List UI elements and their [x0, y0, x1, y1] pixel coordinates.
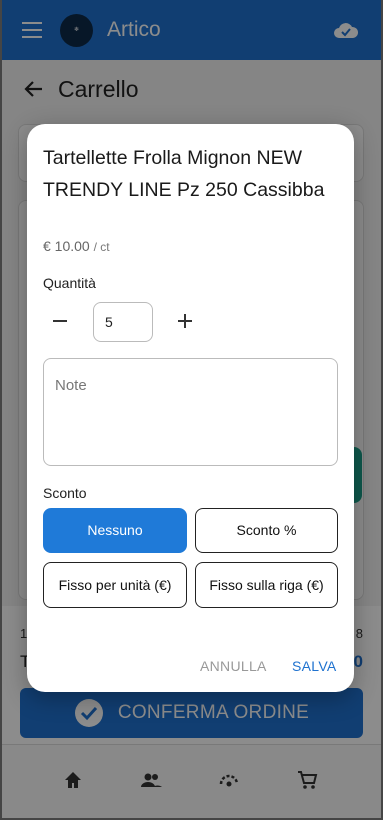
save-button[interactable]: SALVA	[292, 658, 337, 674]
quantity-input[interactable]	[93, 302, 153, 342]
decrease-quantity-button[interactable]	[49, 310, 71, 332]
product-title: Tartellette Frolla Mignon NEW TRENDY LIN…	[43, 147, 325, 201]
note-field[interactable]	[43, 358, 338, 466]
discount-option-fixed-unit[interactable]: Fisso per unità (€)	[43, 562, 187, 608]
discount-option-percent[interactable]: Sconto %	[195, 508, 338, 553]
discount-option-fixed-row[interactable]: Fisso sulla riga (€)	[195, 562, 338, 608]
price-unit: / ct	[93, 240, 110, 254]
product-price: € 10.00 / ct	[43, 238, 110, 254]
price-value: € 10.00	[43, 238, 90, 254]
discount-label: Sconto	[43, 485, 87, 501]
cancel-button[interactable]: ANNULLA	[200, 658, 267, 674]
edit-item-dialog: Tartellette Frolla Mignon NEW TRENDY LIN…	[27, 124, 354, 692]
discount-option-none[interactable]: Nessuno	[43, 508, 187, 553]
increase-quantity-button[interactable]	[174, 310, 196, 332]
quantity-label: Quantità	[43, 275, 96, 291]
